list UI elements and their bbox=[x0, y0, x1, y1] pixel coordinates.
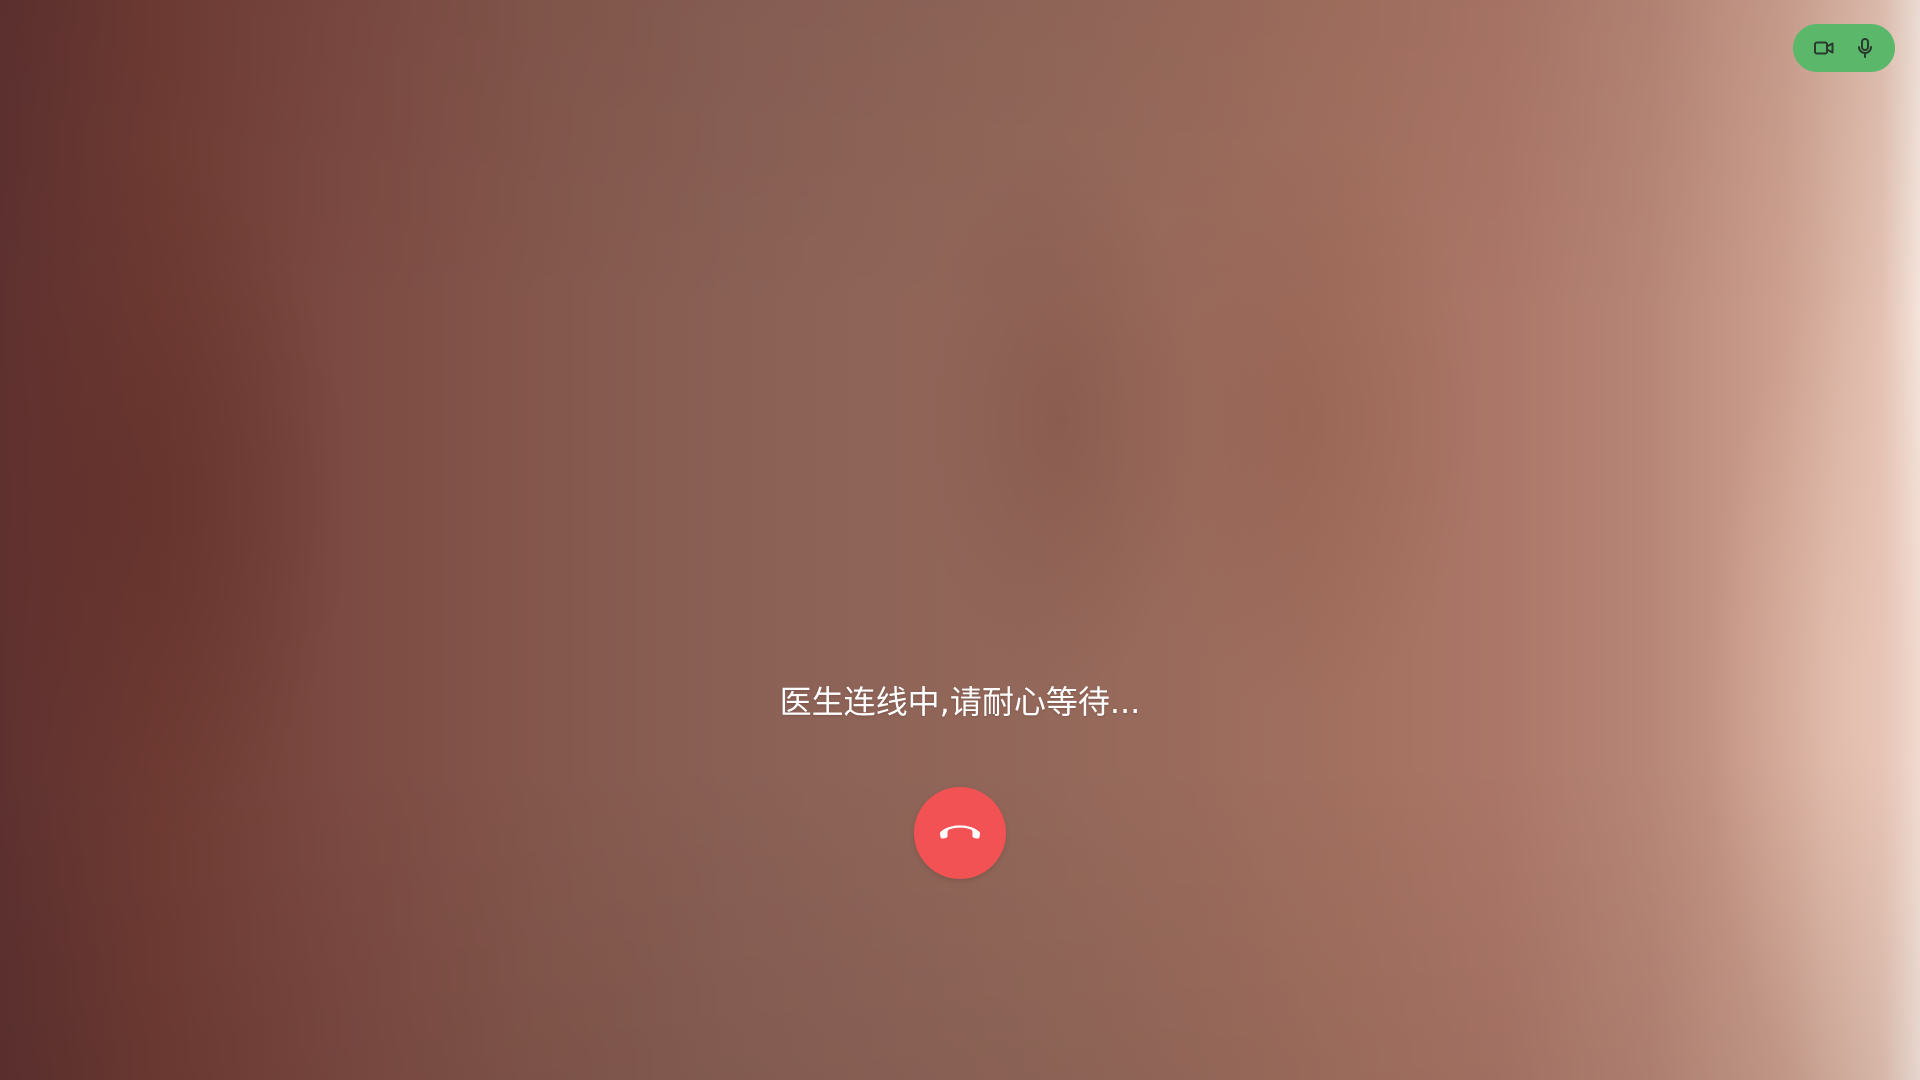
microphone-icon bbox=[1857, 38, 1872, 58]
camera-toggle-button[interactable] bbox=[1806, 30, 1842, 66]
microphone-toggle-button[interactable] bbox=[1847, 30, 1883, 66]
remote-video-feed bbox=[0, 0, 1920, 1080]
connecting-status-text: 医生连线中,请耐心等待... bbox=[779, 683, 1141, 721]
video-camera-icon bbox=[1813, 41, 1833, 55]
media-controls bbox=[1793, 24, 1895, 72]
phone-hangup-icon bbox=[940, 825, 980, 839]
hang-up-button[interactable] bbox=[914, 787, 1006, 879]
